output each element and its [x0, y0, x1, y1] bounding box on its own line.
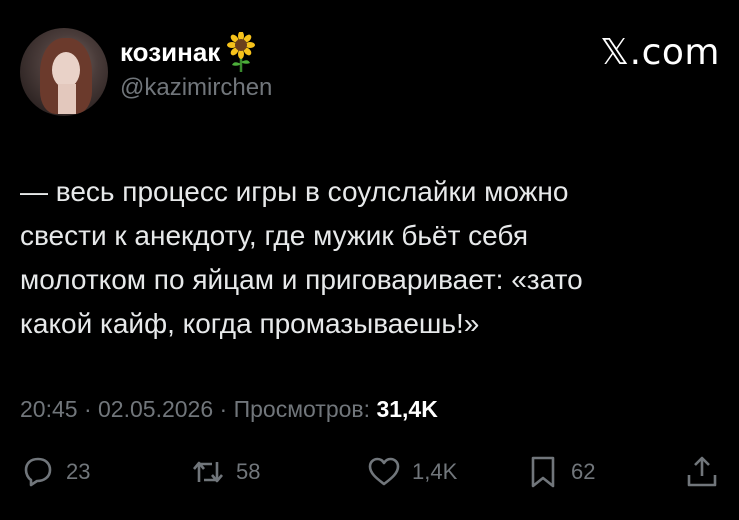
reply-count: 23	[66, 459, 91, 484]
repost-count: 58	[236, 459, 261, 484]
reply-icon	[24, 457, 52, 487]
avatar[interactable]	[20, 28, 108, 116]
author-display-name[interactable]: козинак	[120, 37, 220, 68]
tweet-line: свести к анекдоту, где мужик бьёт себя	[20, 220, 529, 251]
repost-button[interactable]: 58	[190, 454, 260, 490]
views-count: 31,4K	[376, 396, 438, 422]
bookmark-count: 62	[571, 459, 596, 484]
avatar-face	[52, 52, 80, 88]
meta-separator: ·	[77, 396, 99, 422]
tweet-header: козинак @kazimirchen 𝕏.com	[20, 22, 720, 118]
tweet-line: какой кайф, когда промазываешь!»	[20, 308, 480, 339]
repost-icon	[193, 461, 223, 483]
share-icon	[687, 456, 717, 487]
author-names: козинак @kazimirchen	[120, 31, 272, 102]
tweet-date[interactable]: 02.05.2026	[98, 396, 213, 422]
share-button[interactable]	[684, 454, 720, 490]
author-handle[interactable]: @kazimirchen	[120, 74, 272, 102]
tweet-actions: 23 58 1,4K 62	[20, 454, 720, 494]
avatar-neck	[58, 84, 76, 114]
tweet-time[interactable]: 20:45	[20, 396, 78, 422]
sunflower-icon	[226, 31, 256, 72]
views-label: Просмотров:	[233, 396, 377, 422]
bookmark-button[interactable]: 62	[525, 454, 595, 490]
x-logo: 𝕏.com	[600, 32, 720, 73]
meta-separator: ·	[213, 396, 234, 422]
author-name-row[interactable]: козинак	[120, 31, 272, 72]
heart-icon	[368, 457, 400, 486]
tweet-line: молотком по яйцам и приговаривает: «зато	[20, 264, 583, 295]
like-count: 1,4K	[412, 459, 458, 484]
tweet-text: — весь процесс игры в соулслайки можно с…	[20, 170, 720, 346]
tweet-meta: 20:45 · 02.05.2026 · Просмотров: 31,4K	[20, 396, 438, 423]
reply-button[interactable]: 23	[20, 454, 90, 490]
like-button[interactable]: 1,4K	[366, 454, 457, 490]
tweet-line: — весь процесс игры в соулслайки можно	[20, 176, 569, 207]
bookmark-icon	[531, 456, 555, 488]
